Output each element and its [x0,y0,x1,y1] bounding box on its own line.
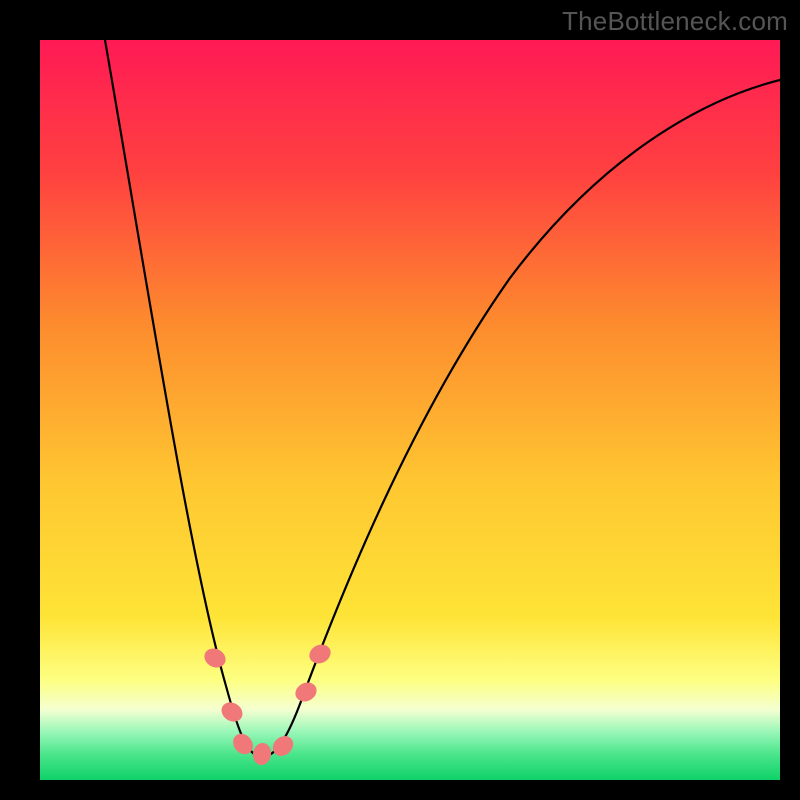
plot-area [40,40,780,780]
chart-svg [40,40,780,780]
gradient-background [40,40,780,780]
watermark-text: TheBottleneck.com [562,6,788,37]
chart-frame: TheBottleneck.com [0,0,800,800]
